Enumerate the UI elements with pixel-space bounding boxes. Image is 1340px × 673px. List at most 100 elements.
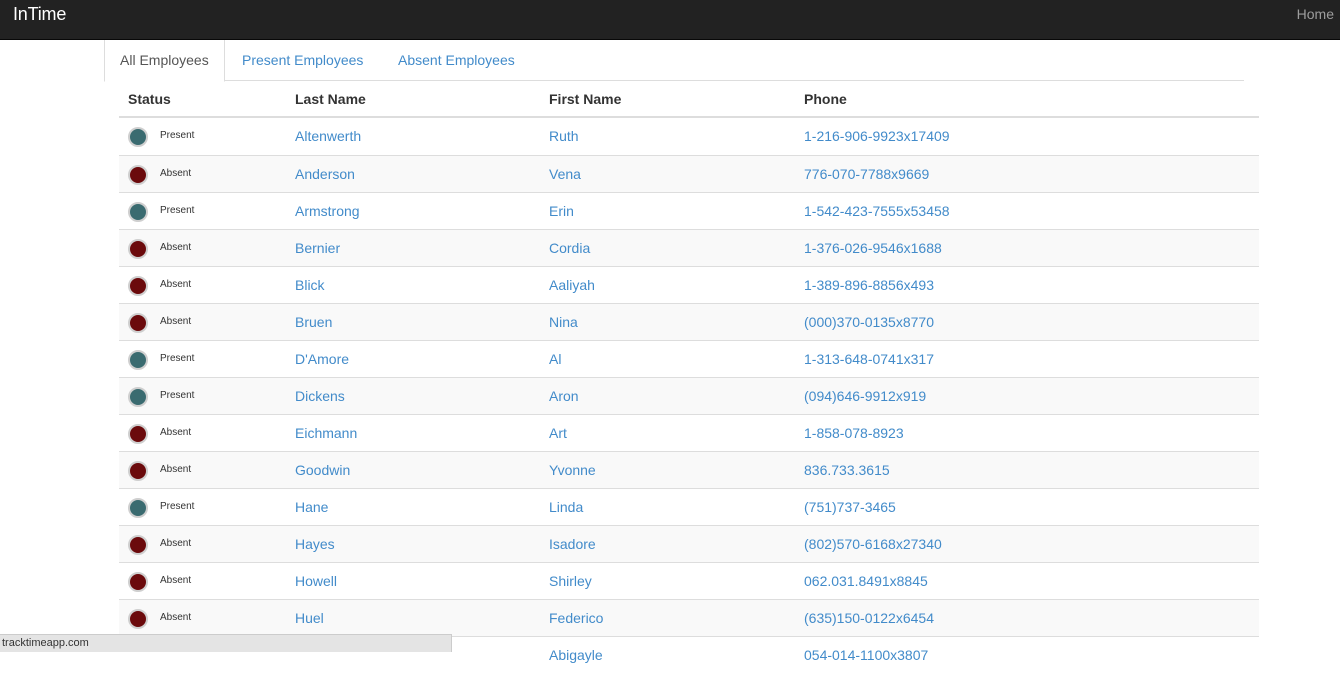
status-label: Absent <box>160 575 192 586</box>
brand-logo-link[interactable]: InTime <box>13 4 66 24</box>
table-row[interactable]: Absent Hayes Isadore (802)570-6168x27340 <box>119 525 1259 562</box>
employees-table: Status Last Name First Name Phone Presen… <box>119 81 1259 673</box>
phone-link[interactable]: (635)150-0122x6454 <box>804 600 934 636</box>
status-label: Absent <box>160 279 192 290</box>
first-name-link[interactable]: Al <box>549 341 561 377</box>
last-name-link[interactable]: Eichmann <box>295 415 357 451</box>
first-name-link[interactable]: Cordia <box>549 230 590 266</box>
header-status: Status <box>128 91 171 107</box>
last-name-link[interactable]: Howell <box>295 563 337 599</box>
table-row[interactable]: Absent Eichmann Art 1-858-078-8923 <box>119 414 1259 451</box>
phone-link[interactable]: 776-070-7788x9669 <box>804 156 929 192</box>
table-header-row: Status Last Name First Name Phone <box>119 81 1259 118</box>
status-indicator-icon <box>128 572 148 592</box>
phone-link[interactable]: (000)370-0135x8770 <box>804 304 934 340</box>
tab-present-employees[interactable]: Present Employees <box>227 40 378 81</box>
table-row[interactable]: Present Altenwerth Ruth 1-216-906-9923x1740… <box>119 118 1259 155</box>
table-row[interactable]: Absent Goodwin Yvonne 836.733.3615 <box>119 451 1259 488</box>
table-row[interactable]: Absent Bruen Nina (000)370-0135x8770 <box>119 303 1259 340</box>
status-label: Present <box>160 353 195 364</box>
first-name-link[interactable]: Nina <box>549 304 578 340</box>
last-name-link[interactable]: Hane <box>295 489 328 525</box>
employee-tabs: All Employees Present Employees Absent E… <box>104 40 1244 82</box>
header-last-name: Last Name <box>295 91 366 107</box>
first-name-link[interactable]: Abigayle <box>549 637 603 673</box>
status-label: Present <box>160 501 195 512</box>
status-indicator-icon <box>128 609 148 629</box>
phone-link[interactable]: 1-313-648-0741x317 <box>804 341 934 377</box>
status-indicator-icon <box>128 202 148 222</box>
status-indicator-icon <box>128 239 148 259</box>
status-indicator-icon <box>128 165 148 185</box>
status-label: Present <box>160 205 195 216</box>
browser-status-bar: tracktimeapp.com <box>0 634 452 652</box>
phone-link[interactable]: (802)570-6168x27340 <box>804 526 942 562</box>
phone-link[interactable]: 054-014-1100x3807 <box>804 637 928 673</box>
phone-link[interactable]: 1-542-423-7555x53458 <box>804 193 950 229</box>
last-name-link[interactable]: Bernier <box>295 230 340 266</box>
status-indicator-icon <box>128 387 148 407</box>
nav-home-link[interactable]: Home <box>1297 6 1334 22</box>
first-name-link[interactable]: Vena <box>549 156 581 192</box>
header-phone: Phone <box>804 91 847 107</box>
status-indicator-icon <box>128 461 148 481</box>
table-row[interactable]: Absent Howell Shirley 062.031.8491x8845 <box>119 562 1259 599</box>
phone-link[interactable]: (751)737-3465 <box>804 489 896 525</box>
first-name-link[interactable]: Shirley <box>549 563 592 599</box>
status-indicator-icon <box>128 535 148 555</box>
status-label: Absent <box>160 316 192 327</box>
last-name-link[interactable]: Dickens <box>295 378 345 414</box>
phone-link[interactable]: 1-858-078-8923 <box>804 415 904 451</box>
table-row[interactable]: Present Armstrong Erin 1-542-423-7555x53458 <box>119 192 1259 229</box>
status-indicator-icon <box>128 127 148 147</box>
phone-link[interactable]: 1-216-906-9923x17409 <box>804 118 950 154</box>
status-indicator-icon <box>128 313 148 333</box>
table-body: Present Altenwerth Ruth 1-216-906-9923x1740… <box>119 118 1259 673</box>
header-first-name: First Name <box>549 91 622 107</box>
status-label: Absent <box>160 538 192 549</box>
first-name-link[interactable]: Ruth <box>549 118 579 154</box>
status-indicator-icon <box>128 350 148 370</box>
first-name-link[interactable]: Art <box>549 415 567 451</box>
table-row[interactable]: Present Dickens Aron (094)646-9912x919 <box>119 377 1259 414</box>
status-indicator-icon <box>128 498 148 518</box>
status-label: Absent <box>160 242 192 253</box>
table-row[interactable]: Present D'Amore Al 1-313-648-0741x317 <box>119 340 1259 377</box>
first-name-link[interactable]: Federico <box>549 600 603 636</box>
last-name-link[interactable]: Blick <box>295 267 325 303</box>
phone-link[interactable]: 062.031.8491x8845 <box>804 563 928 599</box>
top-navbar: InTime Home <box>0 0 1340 40</box>
last-name-link[interactable]: Goodwin <box>295 452 350 488</box>
phone-link[interactable]: 836.733.3615 <box>804 452 890 488</box>
status-indicator-icon <box>128 276 148 296</box>
first-name-link[interactable]: Isadore <box>549 526 596 562</box>
first-name-link[interactable]: Aaliyah <box>549 267 595 303</box>
table-row[interactable]: Absent Huel Federico (635)150-0122x6454 <box>119 599 1259 636</box>
phone-link[interactable]: 1-376-026-9546x1688 <box>804 230 942 266</box>
last-name-link[interactable]: Bruen <box>295 304 332 340</box>
last-name-link[interactable]: Altenwerth <box>295 118 361 154</box>
tab-absent-employees[interactable]: Absent Employees <box>383 40 530 81</box>
status-label: Absent <box>160 427 192 438</box>
status-label: Present <box>160 390 195 401</box>
table-row[interactable]: Present Hane Linda (751)737-3465 <box>119 488 1259 525</box>
status-indicator-icon <box>128 424 148 444</box>
first-name-link[interactable]: Aron <box>549 378 579 414</box>
first-name-link[interactable]: Yvonne <box>549 452 596 488</box>
phone-link[interactable]: (094)646-9912x919 <box>804 378 926 414</box>
tab-all-employees[interactable]: All Employees <box>104 40 225 82</box>
status-label: Absent <box>160 612 192 623</box>
last-name-link[interactable]: Hayes <box>295 526 335 562</box>
table-row[interactable]: Absent Bernier Cordia 1-376-026-9546x1688 <box>119 229 1259 266</box>
phone-link[interactable]: 1-389-896-8856x493 <box>804 267 934 303</box>
status-label: Present <box>160 130 195 141</box>
status-label: Absent <box>160 168 192 179</box>
first-name-link[interactable]: Linda <box>549 489 583 525</box>
last-name-link[interactable]: Armstrong <box>295 193 360 229</box>
last-name-link[interactable]: Huel <box>295 600 324 636</box>
last-name-link[interactable]: Anderson <box>295 156 355 192</box>
table-row[interactable]: Absent Blick Aaliyah 1-389-896-8856x493 <box>119 266 1259 303</box>
first-name-link[interactable]: Erin <box>549 193 574 229</box>
table-row[interactable]: Absent Anderson Vena 776-070-7788x9669 <box>119 155 1259 192</box>
last-name-link[interactable]: D'Amore <box>295 341 349 377</box>
